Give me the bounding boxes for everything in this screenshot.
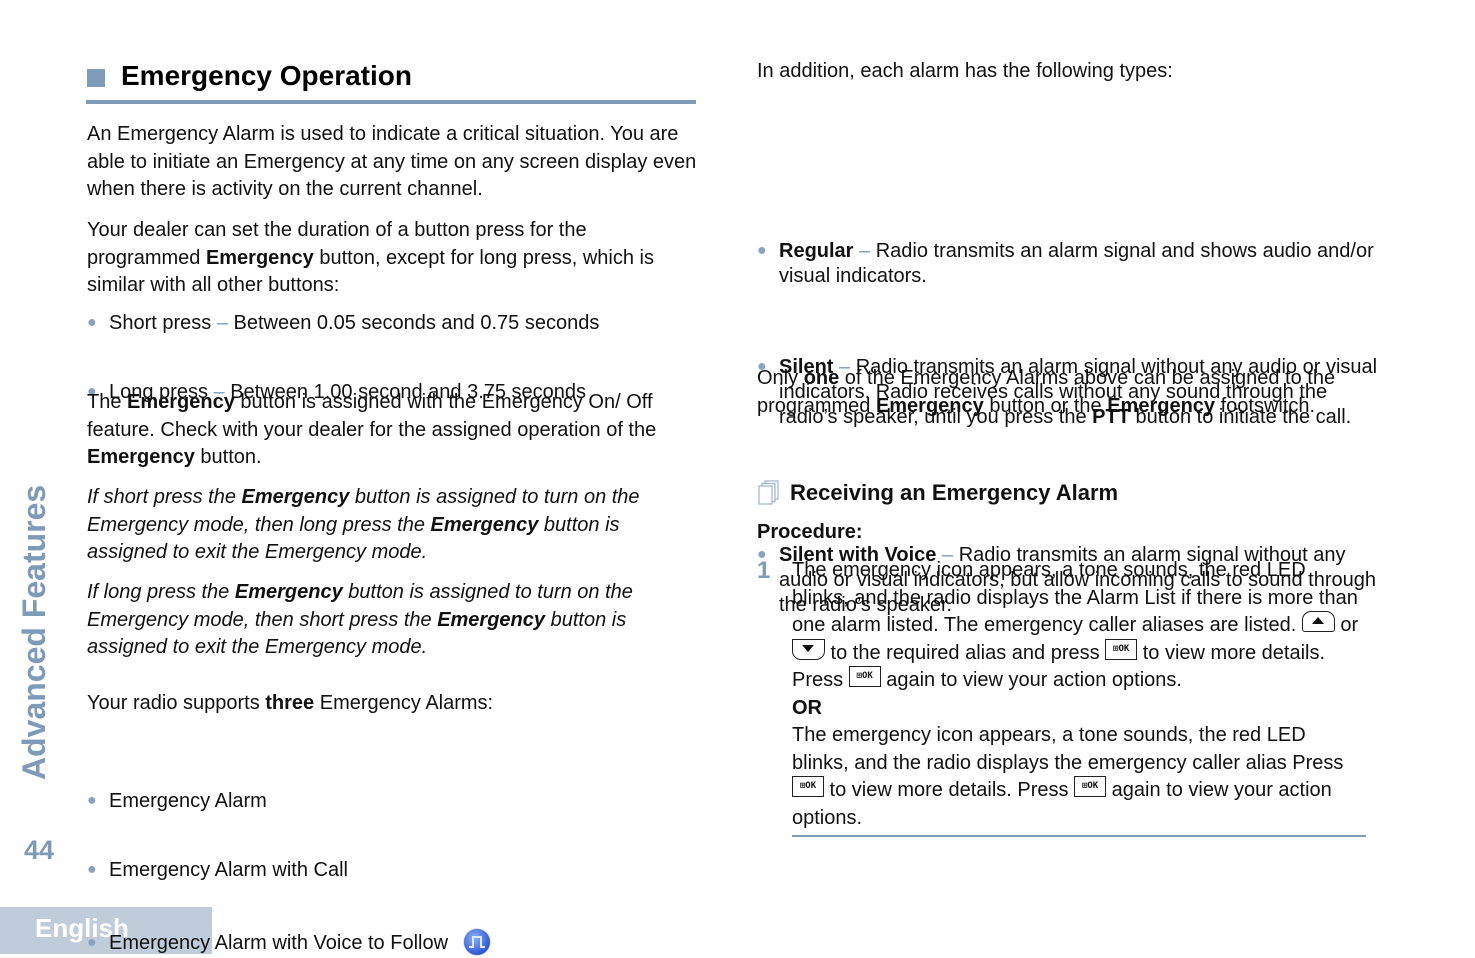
bullet-icon: ● [87,860,97,878]
subheading: Receiving an Emergency Alarm [790,480,1119,505]
pages-icon [758,480,779,505]
menu-ok-key-icon: ⊞OK [848,666,881,688]
text: If long press the [87,581,235,603]
bold-term: Emergency [87,446,195,468]
down-arrow-key-icon [792,638,825,660]
text: again to view your action options. [880,669,1182,691]
bullet-icon: ● [87,792,97,809]
text: The emergency icon appears, a tone sound… [792,559,1358,636]
list-item: ● Short press – Between 0.05 seconds and… [87,310,721,338]
text: If short press the [87,486,242,508]
section-title-vertical: Advanced Features [16,484,52,780]
bold-term: Emergency [1107,394,1216,417]
alarm-label: Emergency Alarm with Voice to Follow [109,932,449,954]
list-item: ● Emergency Alarm with Call [87,857,721,885]
list-item: ● Regular – Radio transmits an alarm sig… [757,239,1389,289]
text: to the required alias and press [825,641,1106,664]
step-text: The emergency icon appears, a tone sound… [792,557,1367,832]
dealer-paragraph: Your dealer can set the duration of a bu… [87,217,699,300]
text: Your radio supports [87,692,266,714]
ok-key-label: OK [805,781,817,792]
assign-paragraph: The Emergency button is assigned with th… [87,389,699,472]
text: button or the [983,394,1108,417]
bullet-icon: ● [87,934,97,951]
alarm-label: Emergency Alarm [109,790,267,812]
heading-rule [86,100,696,104]
bold-term: Emergency [437,608,546,631]
menu-ok-key-icon: ⊞OK [1105,638,1138,660]
or-label: OR [792,696,822,719]
ok-key-label: OK [861,671,873,682]
bold-term: three [265,692,315,714]
note-paragraph-2: If long press the Emergency button is as… [87,579,699,662]
bold-term: Emergency [127,391,235,413]
page-title: Emergency Operation [121,60,412,91]
term: Regular [779,239,854,262]
desc: Between 0.05 seconds and 0.75 seconds [233,312,600,334]
text: button. [194,446,262,468]
bold-term: Emergency [241,486,350,508]
intro-paragraph: An Emergency Alarm is used to indicate a… [87,123,697,200]
note-paragraph-1: If short press the Emergency button is a… [87,484,699,567]
supports-paragraph: Your radio supports three Emergency Alar… [87,690,699,718]
text: The [87,391,128,413]
step-rule [792,835,1366,837]
text: to view more details. Press [824,779,1075,801]
bullet-icon: ● [87,314,97,331]
text: or [1334,614,1359,636]
dash: – [853,239,876,262]
bold-term: Emergency [875,394,984,417]
bold-term: Emergency [205,246,314,269]
bold-term: Emergency [430,513,539,536]
voice-to-follow-icon [463,928,490,955]
text: Only [757,367,804,389]
term: Short press [109,312,212,334]
list-item: ● Emergency Alarm with Voice to Follow [87,928,721,958]
text: The emergency icon appears, a tone sound… [792,724,1344,774]
text: footswitch. [1215,394,1316,417]
ok-key-label: OK [1087,781,1099,792]
bullet-icon: ● [757,241,767,259]
text: Emergency Alarms: [314,692,494,714]
menu-ok-key-icon: ⊞OK [1074,776,1107,798]
bold-term: one [803,367,840,389]
list-item: ● Emergency Alarm [87,788,721,816]
procedure-label: Procedure: [757,521,863,543]
dash: – [211,312,234,334]
menu-ok-key-icon: ⊞OK [792,776,824,798]
types-intro: In addition, each alarm has the followin… [757,60,1173,82]
bold-term: Emergency [234,581,343,603]
alarm-label: Emergency Alarm with Call [109,858,348,881]
step-number: 1 [757,557,771,584]
only-one-paragraph: Only one of the Emergency Alarms above c… [757,365,1367,420]
page-number: 44 [24,835,55,865]
ok-key-label: OK [1118,643,1130,654]
up-arrow-key-icon [1301,611,1335,633]
heading-square-icon [87,69,105,87]
